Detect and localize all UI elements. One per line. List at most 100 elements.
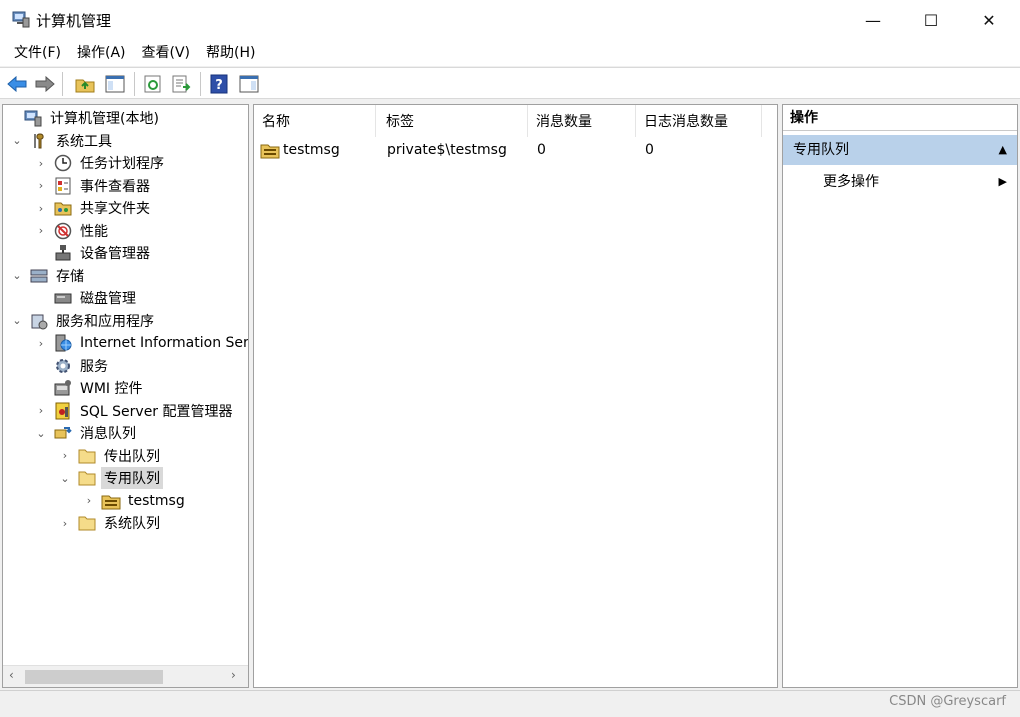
tree-item[interactable]: › testmsg <box>83 490 188 512</box>
cell-label: private$\testmsg <box>387 142 507 158</box>
tree-item-label: 服务和应用程序 <box>56 313 154 330</box>
action-group-label: 专用队列 <box>793 142 849 158</box>
menu-help[interactable]: 帮助(H) <box>198 40 263 66</box>
close-button[interactable]: ✕ <box>960 0 1018 40</box>
export-list-icon[interactable] <box>170 73 192 95</box>
storage-icon <box>29 266 49 286</box>
collapsed-chevron-icon[interactable]: › <box>59 517 71 530</box>
tree-item[interactable]: 计算机管理(本地) <box>5 107 162 129</box>
column-header-message-count[interactable]: 消息数量 <box>528 105 636 137</box>
expanded-chevron-icon[interactable]: ⌄ <box>11 269 23 282</box>
menu-bar: 文件(F) 操作(A) 查看(V) 帮助(H) <box>0 40 1020 66</box>
cell-message-count: 0 <box>537 142 546 158</box>
more-actions-label: 更多操作 <box>823 174 879 190</box>
message-queue-icon <box>53 423 73 443</box>
tree-item-label: 设备管理器 <box>80 246 150 262</box>
tree-item[interactable]: › 共享文件夹 <box>35 197 153 219</box>
menu-action[interactable]: 操作(A) <box>69 40 134 66</box>
expanded-chevron-icon[interactable]: ⌄ <box>59 472 71 485</box>
tree-item-label: 服务 <box>80 358 108 375</box>
clock-icon <box>53 153 73 173</box>
scroll-right-arrow[interactable]: › <box>231 668 236 682</box>
tree-item-label: 传出队列 <box>104 448 160 465</box>
help-icon[interactable]: ? <box>208 73 230 95</box>
tree-item-label: 任务计划程序 <box>80 156 164 172</box>
collapsed-chevron-icon[interactable]: › <box>35 224 47 237</box>
tools-icon <box>29 131 49 151</box>
tree-item-label: 共享文件夹 <box>80 201 150 217</box>
tree-item[interactable]: ⌄ 服务和应用程序 <box>11 310 157 332</box>
forward-icon[interactable] <box>34 73 56 95</box>
more-actions-item[interactable]: 更多操作 ▶ <box>783 169 1017 195</box>
console-tree[interactable]: 计算机管理(本地) ⌄ 系统工具 › 任务计划程序 › 事件查看器 › 共享文件夹 › 性能设备管理… <box>2 104 249 688</box>
tree-item-label: Internet Information Services <box>80 335 249 351</box>
up-folder-icon[interactable] <box>74 73 96 95</box>
collapsed-chevron-icon[interactable]: › <box>35 202 47 215</box>
tree-item[interactable]: ⌄ 消息队列 <box>35 422 139 444</box>
window-title: 计算机管理 <box>36 12 112 30</box>
cell-journal-count: 0 <box>645 142 654 158</box>
tree-item[interactable]: › 系统队列 <box>59 512 163 534</box>
action-pane-title: 操作 <box>783 105 1017 131</box>
tree-item-label: 事件查看器 <box>80 178 150 195</box>
toolbar: ? <box>0 67 1020 99</box>
collapsed-chevron-icon[interactable]: › <box>35 337 47 350</box>
tree-item[interactable]: 磁盘管理 <box>35 287 139 309</box>
tree-item[interactable]: WMI 控件 <box>35 377 146 399</box>
tree-item[interactable]: ⌄ 专用队列 <box>59 467 163 489</box>
tree-item[interactable]: 服务 <box>35 355 111 377</box>
folder-icon <box>77 446 97 466</box>
tree-item[interactable]: › 传出队列 <box>59 445 163 467</box>
table-row[interactable]: testmsg private$\testmsg 0 0 <box>254 137 777 163</box>
gear-icon <box>53 356 73 376</box>
column-header-label[interactable]: 标签 <box>378 105 528 137</box>
expanded-chevron-icon[interactable]: ⌄ <box>35 427 47 440</box>
column-header-name[interactable]: 名称 <box>254 105 376 137</box>
action-group-private-queues[interactable]: 专用队列 ▲ <box>783 135 1017 165</box>
collapse-up-icon: ▲ <box>998 143 1007 156</box>
collapsed-chevron-icon[interactable]: › <box>35 179 47 192</box>
tree-item[interactable]: › 事件查看器 <box>35 175 153 197</box>
collapsed-chevron-icon[interactable]: › <box>59 449 71 462</box>
refresh-icon[interactable] <box>142 73 164 95</box>
menu-file[interactable]: 文件(F) <box>6 40 69 66</box>
expanded-chevron-icon[interactable]: ⌄ <box>11 314 23 327</box>
tree-item-label: 消息队列 <box>80 426 136 442</box>
expanded-chevron-icon[interactable]: ⌄ <box>11 134 23 147</box>
collapsed-chevron-icon[interactable]: › <box>35 404 47 417</box>
tree-item[interactable]: › SQL Server 配置管理器 <box>35 400 236 422</box>
show-hide-tree-icon[interactable] <box>104 73 126 95</box>
minimize-button[interactable]: — <box>844 0 902 40</box>
scrollbar-thumb[interactable] <box>25 670 163 684</box>
tree-item-label: SQL Server 配置管理器 <box>80 403 233 420</box>
tree-item[interactable]: › Internet Information Services <box>35 332 249 354</box>
queue-icon <box>260 137 280 163</box>
services-apps-icon <box>29 311 49 331</box>
collapsed-chevron-icon[interactable]: › <box>83 494 95 507</box>
tree-item[interactable]: 设备管理器 <box>35 242 153 264</box>
menu-view[interactable]: 查看(V) <box>134 40 199 66</box>
collapsed-chevron-icon[interactable]: › <box>35 157 47 170</box>
tree-item-label: 系统队列 <box>104 516 160 532</box>
svg-text:?: ? <box>215 78 223 93</box>
tree-item[interactable]: ⌄ 系统工具 <box>11 130 115 152</box>
action-pane: 操作 专用队列 ▲ 更多操作 ▶ <box>782 104 1018 688</box>
submenu-arrow-icon: ▶ <box>998 175 1007 188</box>
wmi-icon <box>53 378 73 398</box>
tree-item-label: 磁盘管理 <box>80 291 136 307</box>
tree-item[interactable]: › 性能 <box>35 220 111 242</box>
back-icon[interactable] <box>6 73 28 95</box>
maximize-button[interactable]: ☐ <box>902 0 960 40</box>
horizontal-scrollbar[interactable]: ‹ › <box>3 665 248 687</box>
tree-item[interactable]: › 任务计划程序 <box>35 152 167 174</box>
show-hide-action-pane-icon[interactable] <box>238 73 260 95</box>
tree-item-label: 计算机管理(本地) <box>50 111 159 127</box>
scroll-left-arrow[interactable]: ‹ <box>9 668 14 682</box>
shared-folder-icon <box>53 198 73 218</box>
queue-list: 名称 标签 消息数量 日志消息数量 testmsg private$\testm… <box>253 104 778 688</box>
folder-icon <box>77 513 97 533</box>
column-header-journal-count[interactable]: 日志消息数量 <box>636 105 762 137</box>
tree-item[interactable]: ⌄ 存储 <box>11 265 87 287</box>
iis-icon <box>53 333 73 353</box>
event-viewer-icon <box>53 176 73 196</box>
